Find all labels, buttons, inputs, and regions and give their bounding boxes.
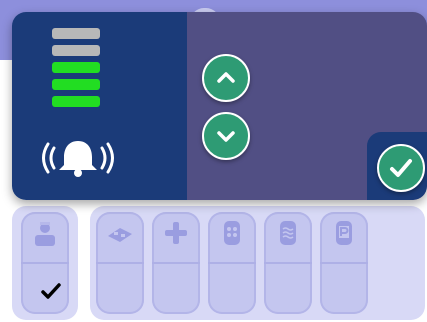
chevron-down-icon: [217, 131, 235, 142]
alarm-bell-icon: [42, 141, 114, 177]
remote-icon: [224, 221, 240, 245]
tile-divider: [96, 262, 144, 264]
volume-level-bar-active: [52, 62, 100, 73]
tile-divider: [152, 262, 200, 264]
check-icon: [41, 283, 61, 299]
side-tile-panel: [12, 206, 78, 320]
check-icon: [390, 159, 412, 177]
water-icon: [280, 221, 296, 245]
tile-divider: [21, 262, 69, 264]
tile-parking: [320, 212, 368, 314]
volume-level-bar-active: [52, 96, 100, 107]
tile-plus: [152, 212, 200, 314]
nurse-icon: [35, 222, 55, 246]
confirm-button[interactable]: [377, 144, 425, 192]
tile-remote: [208, 212, 256, 314]
parking-icon: [336, 221, 352, 245]
volume-level-bar-active: [52, 79, 100, 90]
tile-divider: [264, 262, 312, 264]
tile-water: [264, 212, 312, 314]
plus-icon: [165, 222, 187, 244]
tile-nurse: [21, 212, 69, 314]
chevron-up-icon: [217, 72, 235, 83]
volume-indicator-panel: [12, 12, 187, 200]
tile-tray: [96, 212, 144, 314]
volume-control-panel: [187, 12, 427, 200]
tray-icon: [108, 228, 132, 242]
volume-down-button[interactable]: [202, 112, 250, 160]
volume-level-bar-inactive: [52, 28, 100, 39]
volume-dialog: [12, 12, 427, 200]
volume-up-button[interactable]: [202, 54, 250, 102]
volume-level-bar-inactive: [52, 45, 100, 56]
tile-divider: [208, 262, 256, 264]
confirm-area: [367, 132, 427, 200]
main-tile-panel: [90, 206, 425, 320]
tile-divider: [320, 262, 368, 264]
